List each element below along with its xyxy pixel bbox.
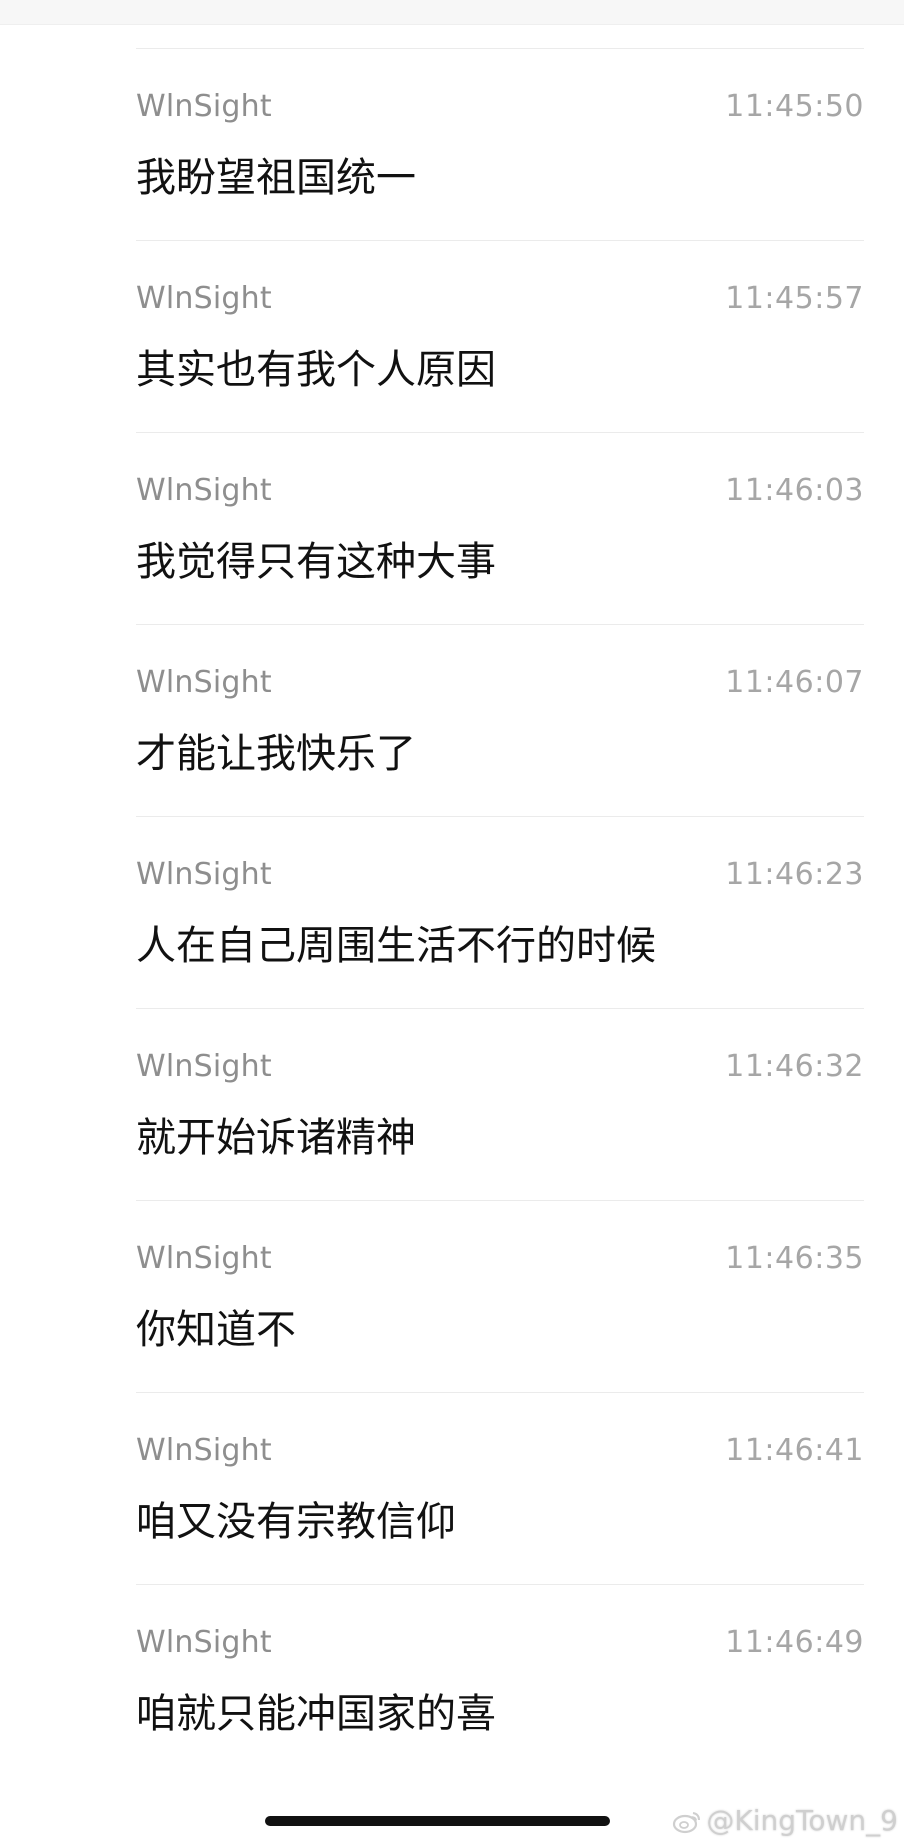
message-text: 才能让我快乐了	[136, 731, 416, 777]
sender-name: WlnSight	[136, 1241, 272, 1276]
message-timestamp: 11:46:41	[725, 1433, 864, 1468]
sender-name: WlnSight	[136, 473, 272, 508]
message-timestamp: 11:45:50	[725, 89, 864, 124]
message-text: 咱就只能冲国家的喜	[136, 1691, 496, 1737]
list-item[interactable]: WlnSight 11:45:50 我盼望祖国统一	[136, 49, 864, 241]
message-text: 我盼望祖国统一	[136, 155, 416, 201]
sender-name: WlnSight	[136, 665, 272, 700]
message-timestamp: 11:46:03	[725, 473, 864, 508]
list-item[interactable]: WlnSight 11:46:23 人在自己周围生活不行的时候	[136, 817, 864, 1009]
message-timestamp: 11:46:23	[725, 857, 864, 892]
home-indicator[interactable]	[265, 1816, 610, 1826]
message-timestamp: 11:46:35	[725, 1241, 864, 1276]
message-text: 你知道不	[136, 1307, 296, 1353]
message-timestamp: 11:46:32	[725, 1049, 864, 1084]
message-timestamp: 11:45:57	[725, 281, 864, 316]
sender-name: WlnSight	[136, 281, 272, 316]
list-item[interactable]: WlnSight 11:46:03 我觉得只有这种大事	[136, 433, 864, 625]
message-text: 咱又没有宗教信仰	[136, 1499, 456, 1545]
weibo-icon	[672, 1808, 702, 1834]
list-item[interactable]: WlnSight 11:45:57 其实也有我个人原因	[136, 241, 864, 433]
list-item[interactable]: WlnSight 11:46:41 咱又没有宗教信仰	[136, 1393, 864, 1585]
message-text: 其实也有我个人原因	[136, 347, 496, 393]
message-timestamp: 11:46:49	[725, 1625, 864, 1660]
message-timestamp: 11:46:07	[725, 665, 864, 700]
list-item[interactable]: WlnSight 11:46:32 就开始诉诸精神	[136, 1009, 864, 1201]
sender-name: WlnSight	[136, 1433, 272, 1468]
sender-name: WlnSight	[136, 857, 272, 892]
list-item[interactable]: WlnSight 11:46:49 咱就只能冲国家的喜	[136, 1585, 864, 1777]
message-text: 我觉得只有这种大事	[136, 539, 496, 585]
message-text: 就开始诉诸精神	[136, 1115, 416, 1161]
chat-history-list[interactable]: WlnSight 11:45:50 我盼望祖国统一 WlnSight 11:45…	[136, 48, 864, 1777]
sender-name: WlnSight	[136, 1625, 272, 1660]
watermark-text: @KingTown_9	[706, 1804, 898, 1837]
list-item[interactable]: WlnSight 11:46:35 你知道不	[136, 1201, 864, 1393]
sender-name: WlnSight	[136, 89, 272, 124]
list-item[interactable]: WlnSight 11:46:07 才能让我快乐了	[136, 625, 864, 817]
watermark: @KingTown_9	[672, 1804, 898, 1838]
top-bar	[0, 0, 904, 25]
message-text: 人在自己周围生活不行的时候	[136, 923, 656, 969]
sender-name: WlnSight	[136, 1049, 272, 1084]
